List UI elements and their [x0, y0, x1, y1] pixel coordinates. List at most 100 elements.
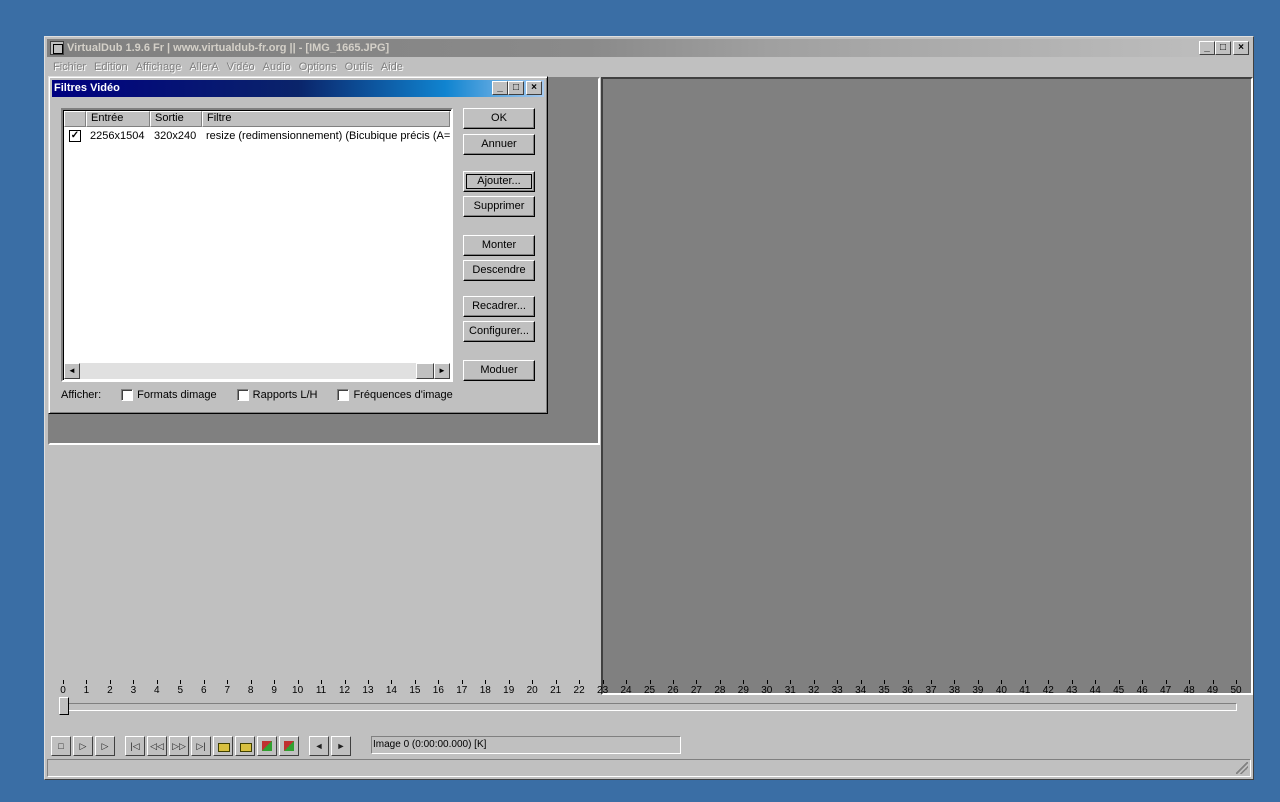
- play-input-icon[interactable]: ▷: [73, 736, 93, 756]
- image-formats-label: Formats dimage: [137, 389, 217, 401]
- tick-mark: [109, 680, 111, 684]
- tick-mark: [532, 680, 534, 684]
- tick-mark: [626, 680, 628, 684]
- filter-list[interactable]: Entrée Sortie Filtre ✓ 2256x1504 320x240…: [61, 108, 453, 382]
- show-label: Afficher:: [61, 389, 102, 401]
- dialog-close-button[interactable]: ×: [526, 81, 542, 95]
- check-icon[interactable]: ✓: [69, 130, 81, 142]
- timeline-ticks: 0 1 2 3 4 5 6 7 8 9 10 11 12 13 14 15 16 17 18 19 20 21 22 23 24…: [14, 680, 1242, 700]
- move-up-button[interactable]: Monter: [463, 235, 535, 256]
- end-icon[interactable]: ▷|: [191, 736, 211, 756]
- tick-mark: [1212, 680, 1214, 684]
- tick-label: 34: [855, 685, 867, 696]
- tick-mark: [1142, 680, 1144, 684]
- tick-label: 44: [1089, 685, 1101, 696]
- menu-fichier[interactable]: Fichier: [53, 58, 86, 76]
- resize-grip-icon[interactable]: [1236, 762, 1248, 774]
- tick-label: 1: [83, 685, 90, 696]
- menu-edition[interactable]: Edition: [94, 58, 128, 76]
- dialog-maximize-button[interactable]: □: [508, 81, 524, 95]
- menu-aide[interactable]: Aide: [381, 58, 403, 76]
- scroll-left-icon[interactable]: ◄: [64, 363, 80, 379]
- column-enabled[interactable]: [64, 111, 86, 127]
- title-bar[interactable]: VirtualDub 1.9.6 Fr | www.virtualdub-fr.…: [47, 39, 1251, 57]
- tick-label: 29: [737, 685, 749, 696]
- tick-mark: [63, 680, 64, 684]
- play-output-icon[interactable]: ▷: [95, 736, 115, 756]
- prev-key-icon[interactable]: ◁◁: [147, 736, 167, 756]
- configure-button[interactable]: Configurer...: [463, 321, 535, 342]
- tick-label: 49: [1206, 685, 1219, 696]
- tick-mark: [203, 680, 205, 684]
- column-input[interactable]: Entrée: [86, 111, 150, 127]
- tick-label: 15: [409, 685, 421, 696]
- image-formats-checkbox[interactable]: [121, 389, 134, 401]
- next-key-icon[interactable]: ▷▷: [169, 736, 189, 756]
- tick-mark: [321, 680, 323, 684]
- menu-outils[interactable]: Outils: [345, 58, 373, 76]
- horizontal-scrollbar[interactable]: ◄ ►: [64, 363, 450, 379]
- tick-label: 16: [432, 685, 444, 696]
- tick-label: 45: [1113, 685, 1125, 696]
- tick-label: 36: [901, 685, 914, 696]
- menu-video[interactable]: Vidéo: [227, 58, 255, 76]
- window-title: VirtualDub 1.9.6 Fr | www.virtualdub-fr.…: [67, 42, 390, 54]
- dialog-minimize-button[interactable]: _: [492, 81, 508, 95]
- delete-button[interactable]: Supprimer: [463, 196, 535, 217]
- column-filter[interactable]: Filtre: [202, 111, 450, 127]
- tick-label: 39: [972, 685, 984, 696]
- menu-affichage[interactable]: Affichage: [136, 58, 182, 76]
- tick-label: 35: [878, 685, 890, 696]
- show-image-formats[interactable]: Formats dimage: [121, 389, 217, 401]
- maximize-button[interactable]: □: [1215, 41, 1231, 55]
- slider-track[interactable]: [59, 703, 1237, 711]
- cancel-button[interactable]: Annuer: [463, 134, 535, 155]
- next-frame-icon[interactable]: ►: [331, 736, 351, 756]
- position-slider[interactable]: [59, 697, 1239, 715]
- menu-audio[interactable]: Audio: [263, 58, 291, 76]
- column-output[interactable]: Sortie: [150, 111, 202, 127]
- add-button[interactable]: Ajouter...: [463, 171, 535, 192]
- aspect-ratios-checkbox[interactable]: [236, 389, 249, 401]
- tick-mark: [1095, 680, 1097, 684]
- close-button[interactable]: ×: [1233, 41, 1249, 55]
- tick-mark: [579, 680, 581, 684]
- show-aspect-ratios[interactable]: Rapports L/H: [236, 389, 317, 401]
- tick-label: 48: [1183, 685, 1195, 696]
- move-down-button[interactable]: Descendre: [463, 260, 535, 281]
- scene-fwd-icon[interactable]: [235, 736, 255, 756]
- start-icon[interactable]: |◁: [125, 736, 145, 756]
- show-frame-rates[interactable]: Fréquences d'image: [337, 389, 453, 401]
- frame-rates-label: Fréquences d'image: [353, 389, 453, 401]
- dialog-window-controls: _ □ ×: [492, 81, 542, 95]
- menu-allera[interactable]: AllerA: [189, 58, 218, 76]
- filter-enabled-checkbox[interactable]: ✓: [64, 128, 86, 144]
- stop-icon[interactable]: □: [51, 736, 71, 756]
- dialog-title: Filtres Vidéo: [54, 82, 120, 94]
- dialog-title-bar[interactable]: Filtres Vidéo _ □ ×: [52, 80, 544, 97]
- prev-frame-icon[interactable]: ◄: [309, 736, 329, 756]
- app-icon[interactable]: [50, 41, 64, 55]
- mark-in-icon[interactable]: [257, 736, 277, 756]
- ok-button[interactable]: OK: [463, 108, 535, 129]
- scroll-right-icon[interactable]: ►: [434, 363, 450, 379]
- tick-label: 27: [690, 685, 702, 696]
- frame-rates-checkbox[interactable]: [337, 389, 350, 401]
- scroll-thumb[interactable]: [416, 363, 434, 379]
- mark-out-icon[interactable]: [279, 736, 299, 756]
- tick-label: 18: [479, 685, 491, 696]
- tick-mark: [1236, 680, 1237, 684]
- menu-options[interactable]: Options: [299, 58, 337, 76]
- scene-back-icon[interactable]: [213, 736, 233, 756]
- minimize-button[interactable]: _: [1199, 41, 1215, 55]
- tick-label: 12: [338, 685, 351, 696]
- blend-button[interactable]: Moduer: [463, 360, 535, 381]
- tick-label: 9: [271, 685, 277, 696]
- tick-mark: [1001, 680, 1003, 684]
- tick-label: 2: [107, 685, 113, 696]
- video-filters-dialog: Filtres Vidéo _ □ × Entrée Sortie Filtre…: [48, 76, 548, 414]
- table-row[interactable]: ✓ 2256x1504 320x240 resize (redimensionn…: [64, 128, 450, 144]
- tick-mark: [1024, 680, 1026, 684]
- crop-button[interactable]: Recadrer...: [463, 296, 535, 317]
- tick-mark: [696, 680, 698, 684]
